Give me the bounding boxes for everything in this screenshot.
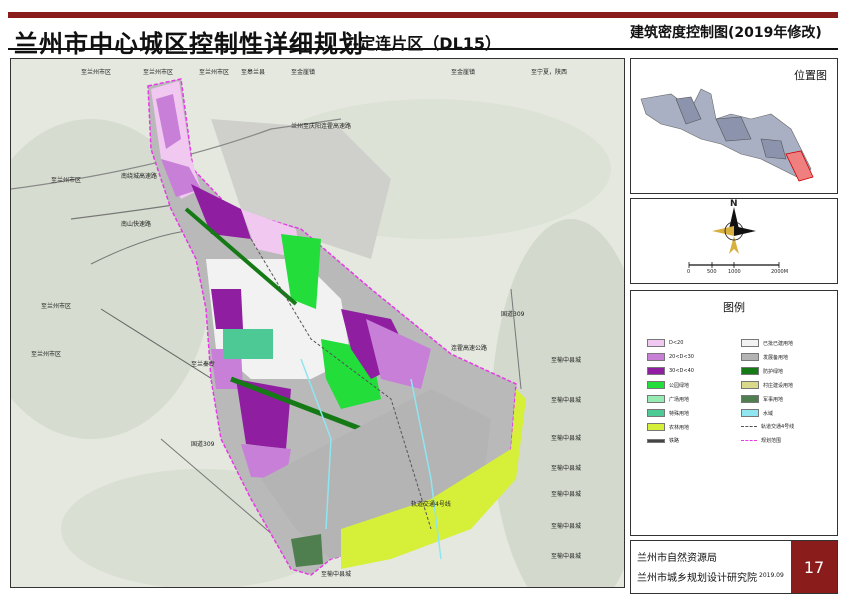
map-label-10: 南绕城高速路 xyxy=(121,173,158,180)
header-divider xyxy=(8,48,838,50)
scale-tick-0: 0 xyxy=(687,269,691,275)
scale-tick-500: 500 xyxy=(707,269,717,275)
legend-swatch xyxy=(647,395,665,403)
legend-item-protective-green: 防护绿地 xyxy=(741,367,783,375)
map-label-11: 南山快速路 xyxy=(121,221,152,228)
north-label: N xyxy=(730,199,738,209)
legend-swatch xyxy=(741,440,757,441)
legend-item-boundary: 规划范围 xyxy=(741,437,781,444)
legend-item-metro: 轨道交通4号线 xyxy=(741,423,794,430)
map-label-26: 至榆中县城 xyxy=(321,571,352,578)
map-title: 建筑密度控制图(2019年修改) xyxy=(630,25,822,41)
legend-item-d30-40: 30<D<40 xyxy=(647,367,694,375)
legend-swatch xyxy=(647,353,665,361)
legend-swatch xyxy=(647,339,665,347)
location-map-panel: 位置图 xyxy=(630,58,838,194)
map-label-18: 至榆中县城 xyxy=(551,465,582,472)
map-label-7: 至宁夏，陕西 xyxy=(531,69,568,76)
map-label-12: 至兰州市区 xyxy=(41,303,72,310)
legend-swatch xyxy=(741,409,759,417)
map-label-5: 至金崖镇 xyxy=(291,69,316,76)
map-label-15: 至榆中县城 xyxy=(551,357,582,364)
map-label-22: 至兰州市区 xyxy=(31,351,62,358)
map-label-16: 至榆中县城 xyxy=(551,397,582,404)
scale-tick-2000: 2000M xyxy=(771,269,789,275)
footer-panel: 兰州市自然资源局 兰州市城乡规划设计研究院 2019.09 17 xyxy=(630,540,838,594)
map-label-13: 国道309 xyxy=(501,311,525,318)
map-label-4: 至皋兰县 xyxy=(241,69,266,76)
legend-swatch xyxy=(741,353,759,361)
map-label-25: 轨道交通4号线 xyxy=(411,501,451,508)
legend-item-park: 公园绿地 xyxy=(647,381,689,389)
header-accent-bar xyxy=(8,12,838,18)
page-subtitle: --定连片区（DL15） xyxy=(346,34,502,53)
legend-item-railway: 铁路 xyxy=(647,437,679,444)
legend-item-special: 特殊用地 xyxy=(647,409,689,417)
legend-swatch xyxy=(647,367,665,375)
map-label-20: 至榆中县城 xyxy=(551,523,582,530)
map-label-1: 至兰州市区 xyxy=(81,69,112,76)
legend-swatch xyxy=(741,339,759,347)
page-title: 兰州市中心城区控制性详细规划 xyxy=(14,30,364,58)
map-label-8: 兰州至庆阳连霍高速路 xyxy=(291,123,352,130)
legend-item-village: 村庄建设用地 xyxy=(741,381,793,389)
legend-swatch xyxy=(647,423,665,431)
map-label-3: 至兰州市区 xyxy=(199,69,230,76)
map-label-14: 连霍高速公路 xyxy=(451,345,488,352)
map-label-24: 至兰秦专 xyxy=(191,361,216,368)
north-scale-panel: N 0 500 1000 2000M xyxy=(630,198,838,284)
map-label-9: 至兰州市区 xyxy=(51,177,82,184)
map-label-23: 国道309 xyxy=(191,441,215,448)
legend-item-farmland: 农林用地 xyxy=(647,423,689,431)
main-map: 至兰州市区 至兰州市区 至兰州市区 至皋兰县 至金崖镇 至金崖镇 至宁夏，陕西 … xyxy=(10,58,625,588)
legend-item-square: 广场用地 xyxy=(647,395,689,403)
map-label-2: 至兰州市区 xyxy=(143,69,174,76)
parcel-central-1 xyxy=(211,289,243,329)
legend-swatch xyxy=(741,395,759,403)
legend-swatch xyxy=(741,381,759,389)
page-number: 17 xyxy=(791,541,837,593)
issue-date: 2019.09 xyxy=(759,572,784,579)
legend-swatch xyxy=(647,438,665,443)
map-label-19: 至榆中县城 xyxy=(551,491,582,498)
special-use-parcel xyxy=(223,329,273,359)
legend-swatch xyxy=(741,367,759,375)
location-map-title: 位置图 xyxy=(794,69,827,82)
legend-item-military: 军事用地 xyxy=(741,395,783,403)
legend-item-d20: D<20 xyxy=(647,339,683,347)
legend-swatch xyxy=(741,426,757,427)
military-land xyxy=(291,534,323,567)
scale-tick-1000: 1000 xyxy=(728,269,741,275)
legend-swatch xyxy=(647,381,665,389)
legend-item-reserve: 发展备用地 xyxy=(741,353,788,361)
legend-panel: 图例 D<20 20<D<30 30<D<40 公园绿地 广场用地 特殊用地 农… xyxy=(630,290,838,536)
legend-item-water: 水域 xyxy=(741,409,773,417)
map-label-6: 至金崖镇 xyxy=(451,69,476,76)
map-label-21: 至榆中县城 xyxy=(551,553,582,560)
map-label-17: 至榆中县城 xyxy=(551,435,582,442)
legend-swatch xyxy=(647,409,665,417)
org-natural-resources: 兰州市自然资源局 xyxy=(637,553,717,564)
legend-title: 图例 xyxy=(723,301,745,314)
legend-item-approved-built: 已批已建用地 xyxy=(741,339,793,347)
legend-item-d20-30: 20<D<30 xyxy=(647,353,694,361)
org-planning-institute: 兰州市城乡规划设计研究院 xyxy=(637,573,757,584)
map-canvas xyxy=(11,59,624,587)
